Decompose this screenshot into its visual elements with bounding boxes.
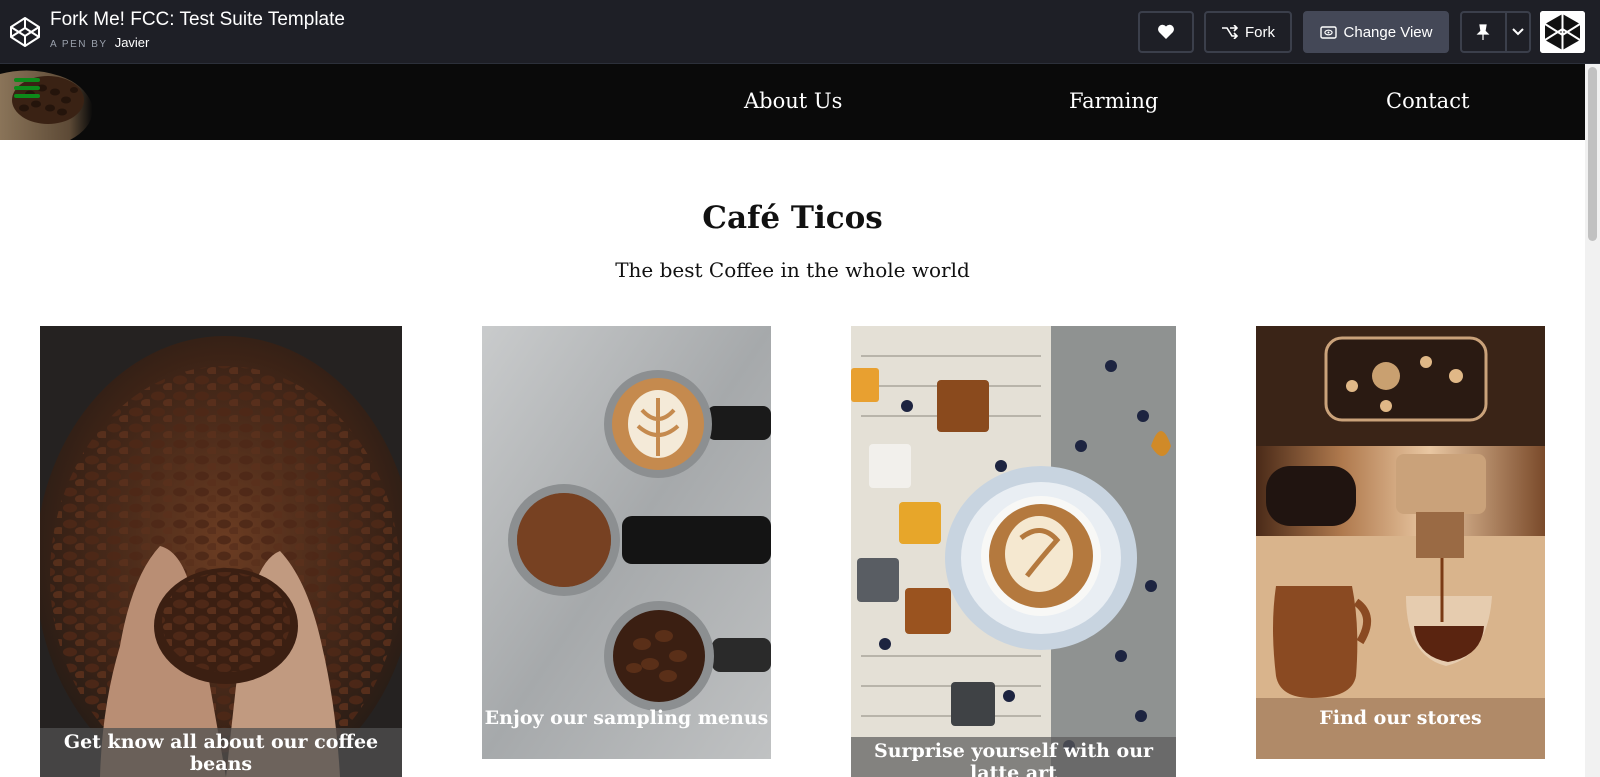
chevron-down-icon[interactable] [1512, 28, 1524, 36]
card-caption-beans: Get know all about our coffee beans [40, 728, 402, 777]
like-button[interactable] [1138, 11, 1194, 53]
pin-divider [1505, 13, 1507, 51]
latte-art-photo [851, 326, 1176, 777]
card-sampling-menus[interactable]: Enjoy our sampling menus [482, 326, 771, 759]
fork-button[interactable]: Fork [1204, 11, 1292, 53]
nav-link-contact[interactable]: Contact [1386, 89, 1469, 113]
pen-preview: About Us Farming Contact Café Ticos The … [0, 64, 1600, 777]
pin-button[interactable] [1460, 11, 1531, 53]
codepen-logo-icon[interactable] [9, 16, 41, 48]
coffee-beans-photo [40, 326, 402, 777]
pin-icon [1476, 23, 1490, 40]
fork-label: Fork [1245, 23, 1275, 41]
pen-byline: A PEN BY Javier [50, 35, 149, 50]
fork-icon [1222, 25, 1238, 39]
card-find-stores[interactable]: Find our stores [1256, 326, 1545, 759]
card-coffee-beans[interactable]: Get know all about our coffee beans [40, 326, 402, 777]
codepen-header: Fork Me! FCC: Test Suite Template A PEN … [0, 0, 1600, 64]
card-latte-art[interactable]: Surprise yourself with our latte art [851, 326, 1176, 777]
change-view-button[interactable]: Change View [1303, 11, 1449, 53]
nav-link-farming[interactable]: Farming [1069, 89, 1158, 113]
pen-title[interactable]: Fork Me! FCC: Test Suite Template [50, 9, 345, 31]
preview-scrollbar[interactable] [1585, 64, 1600, 777]
scrollbar-thumb[interactable] [1588, 67, 1597, 241]
change-view-label: Change View [1343, 23, 1433, 41]
nav-link-about[interactable]: About Us [744, 89, 842, 113]
coffee-sack-logo[interactable] [0, 64, 98, 140]
portafilters-photo [482, 326, 771, 759]
eye-icon [1319, 25, 1337, 39]
codepen-avatar-icon [1540, 11, 1585, 53]
byline-prefix: A PEN BY [50, 39, 108, 50]
site-title: Café Ticos [702, 200, 883, 236]
author-link[interactable]: Javier [115, 35, 150, 50]
user-avatar[interactable] [1540, 11, 1585, 53]
heart-icon [1158, 24, 1174, 39]
card-caption-latte: Surprise yourself with our latte art [851, 737, 1176, 777]
card-caption-menus: Enjoy our sampling menus [484, 707, 769, 729]
espresso-machine-photo [1256, 326, 1545, 759]
card-caption-stores: Find our stores [1319, 707, 1482, 729]
site-subtitle: The best Coffee in the whole world [615, 258, 970, 282]
site-navbar: About Us Farming Contact [0, 64, 1585, 140]
